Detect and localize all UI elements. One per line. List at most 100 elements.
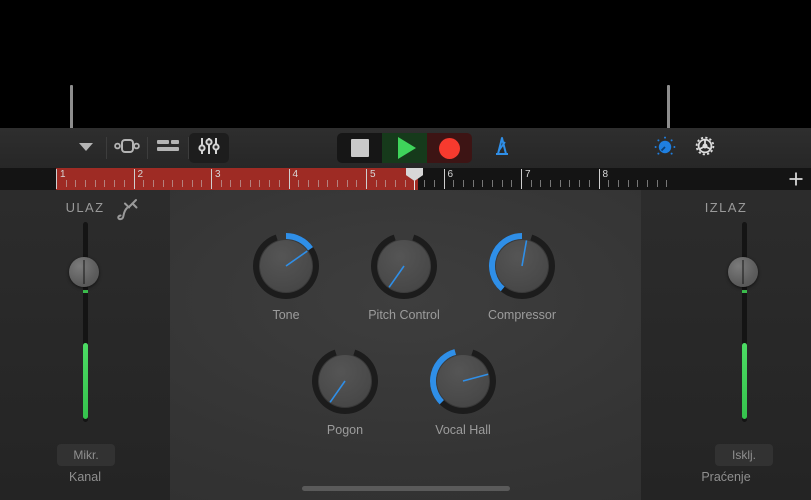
chevron-down-icon [75,135,97,162]
knob-icon [652,133,678,164]
knob-compressor-wrapper: Compressor [484,230,560,322]
channel-label: Kanal [69,470,101,484]
beat-tick [656,180,658,187]
output-section: IZLAZ Isklj. Praćenje [641,190,811,500]
knob-vocalhall[interactable] [427,345,499,417]
mixer-button[interactable] [189,133,229,163]
bar-number: 3 [215,169,221,180]
beat-tick [482,180,484,187]
beat-tick [75,180,77,187]
beat-tick [588,180,590,187]
transport-group [337,133,515,163]
beat-tick [162,180,164,187]
stop-icon [350,139,369,157]
cycle-button[interactable] [107,133,147,163]
beat-tick [230,180,232,187]
beat-tick [269,180,271,187]
timeline-ruler[interactable]: 1 2 3 4 5 6 7 8 [0,168,811,190]
knob-drive-wrapper: Pogon [307,345,383,437]
beat-tick [433,180,435,187]
bar-number: 2 [137,169,144,180]
add-track-button[interactable] [781,168,811,190]
transport-controls [337,133,472,163]
knob-compressor-label: Compressor [487,308,557,322]
mixer-faders-icon [197,135,221,162]
beat-tick [559,180,561,187]
beat-tick [278,180,280,187]
record-button[interactable] [427,133,472,163]
output-fader[interactable] [719,222,769,422]
play-button[interactable] [382,133,427,163]
knob-area: Tone Pitch Control Compressor Pogon Voca… [170,190,641,500]
metronome-button[interactable] [489,133,515,164]
knob-tone[interactable] [250,230,322,302]
beat-tick [114,180,116,187]
monitor-button[interactable]: Isklj. [715,444,773,466]
input-section: ULAZ Mikr. Kanal [0,190,170,500]
beat-tick [181,180,183,187]
beat-tick [666,180,668,187]
knob-pitch[interactable] [368,230,440,302]
beat-tick [385,180,387,187]
beat-tick [240,180,242,187]
output-fader-tick [742,290,747,293]
beat-tick [220,180,222,187]
input-title: ULAZ [65,200,105,215]
beat-tick [307,180,309,187]
toolbar-right-group [645,133,725,163]
bar-number: 7 [525,169,531,180]
beat-tick [617,180,619,187]
beat-tick [540,180,542,187]
beat-tick [85,180,87,187]
beat-tick [123,180,125,187]
beat-tick [298,180,300,187]
knob-pitch-label: Pitch Control [368,308,440,322]
beat-tick [462,180,464,187]
beat-tick [317,180,319,187]
bar-number: 1 [60,169,66,180]
beat-tick [94,180,96,187]
knob-compressor[interactable] [486,230,558,302]
beat-tick [152,180,154,187]
beat-tick [327,180,329,187]
top-letterbox [0,0,811,128]
home-indicator[interactable] [301,486,510,491]
beat-tick [395,180,397,187]
metronome-icon [489,136,515,163]
beat-tick [491,180,493,187]
beat-tick [627,180,629,187]
tracks-button[interactable] [148,133,188,163]
knob-vocalhall-label: Vocal Hall [435,423,491,437]
stop-button[interactable] [337,133,382,163]
playhead[interactable] [406,168,423,190]
bar-number: 5 [370,169,376,180]
navigation-chevron-button[interactable] [66,133,106,163]
output-title: IZLAZ [704,200,748,215]
toolbar-left-group [66,133,229,163]
beat-tick [530,180,532,187]
beat-tick [201,180,203,187]
play-icon [397,137,416,159]
input-fader[interactable] [60,222,110,422]
beat-tick [172,180,174,187]
beat-tick [375,180,377,187]
output-fader-knob[interactable] [728,257,758,287]
beat-tick [608,180,610,187]
gear-icon [692,133,718,164]
beat-tick [259,180,261,187]
record-icon [439,137,460,159]
smart-controls-button[interactable] [645,133,685,163]
plus-icon [789,172,803,186]
knob-drive[interactable] [309,345,381,417]
beat-tick [346,180,348,187]
channel-button[interactable]: Mikr. [57,444,115,466]
beat-tick [424,180,426,187]
knob-tone-wrapper: Tone [248,230,324,322]
beat-tick [511,180,513,187]
toolbar [0,128,811,169]
beat-tick [249,180,251,187]
bar-number: 8 [602,169,609,180]
settings-button[interactable] [685,133,725,163]
input-fader-knob[interactable] [69,257,99,287]
cycle-region[interactable] [56,168,418,190]
